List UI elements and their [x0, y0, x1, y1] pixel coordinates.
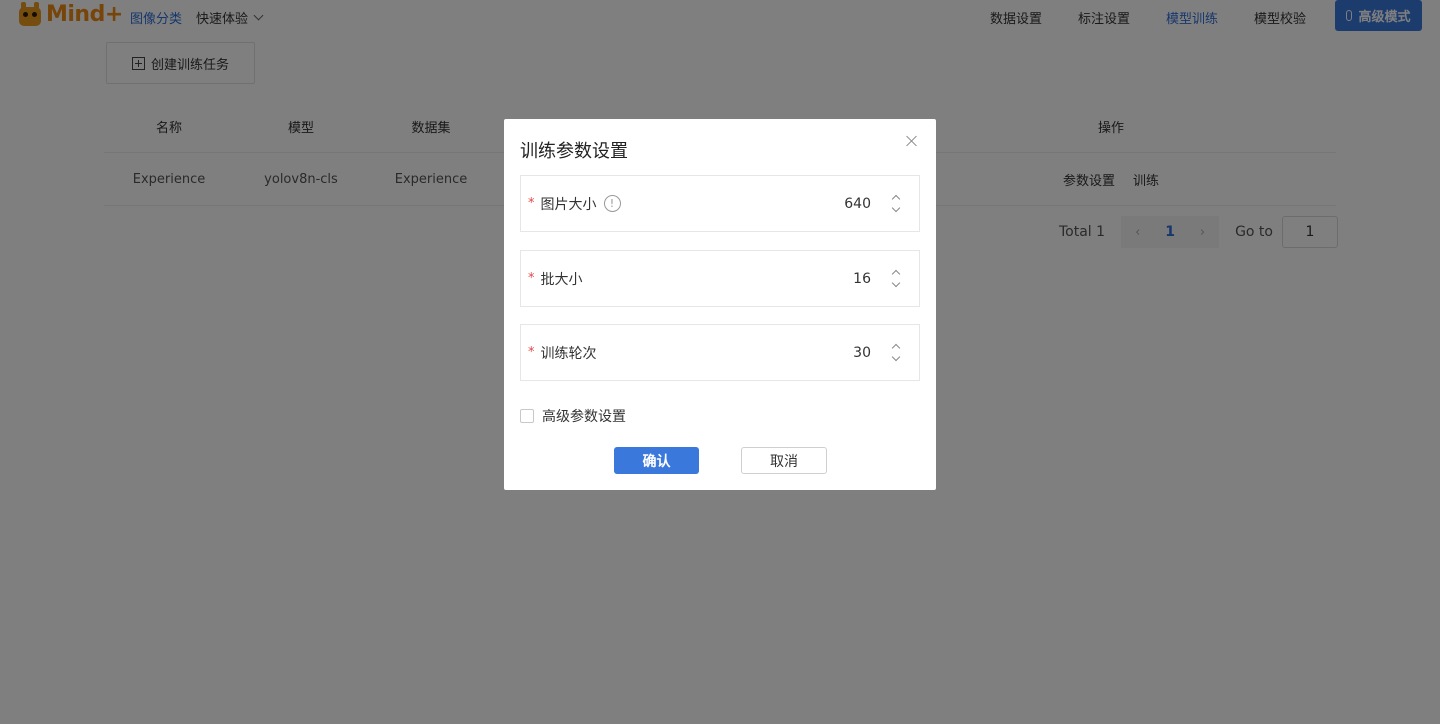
confirm-button[interactable]: 确认: [614, 447, 699, 474]
epochs-input[interactable]: 30: [853, 325, 871, 380]
advanced-params-checkbox-row[interactable]: 高级参数设置: [520, 406, 626, 426]
image-size-input[interactable]: 640: [844, 176, 871, 231]
field-label-text: 批大小: [540, 271, 583, 288]
app-root: Mind+ 图像分类 快速体验 数据设置 标注设置 模型训练 模型校验 高级模式…: [0, 0, 1440, 724]
field-label: * 图片大小 !: [528, 176, 621, 231]
info-icon[interactable]: !: [603, 195, 621, 212]
advanced-params-checkbox[interactable]: [520, 409, 534, 423]
field-label-text: 图片大小: [540, 196, 597, 213]
batch-size-stepper: [889, 267, 905, 293]
training-params-dialog: 训练参数设置 * 图片大小 ! 640 * 批大小 16 * 训练轮次 30 高…: [504, 119, 936, 490]
increment-icon[interactable]: [891, 269, 901, 279]
dialog-title: 训练参数设置: [520, 141, 628, 162]
close-icon[interactable]: [904, 133, 920, 149]
field-batch-size: * 批大小 16: [520, 250, 920, 307]
cancel-button[interactable]: 取消: [741, 447, 827, 474]
decrement-icon[interactable]: [891, 203, 901, 213]
field-image-size: * 图片大小 ! 640: [520, 175, 920, 232]
required-mark: *: [528, 345, 535, 360]
epochs-stepper: [889, 341, 905, 367]
batch-size-input[interactable]: 16: [853, 251, 871, 306]
image-size-stepper: [889, 192, 905, 218]
field-label: * 批大小: [528, 251, 583, 306]
field-label: * 训练轮次: [528, 325, 597, 380]
required-mark: *: [528, 271, 535, 286]
advanced-params-label: 高级参数设置: [542, 409, 626, 425]
increment-icon[interactable]: [891, 194, 901, 204]
decrement-icon[interactable]: [891, 278, 901, 288]
decrement-icon[interactable]: [891, 352, 901, 362]
increment-icon[interactable]: [891, 343, 901, 353]
required-mark: *: [528, 196, 535, 211]
field-epochs: * 训练轮次 30: [520, 324, 920, 381]
field-label-text: 训练轮次: [540, 345, 597, 362]
